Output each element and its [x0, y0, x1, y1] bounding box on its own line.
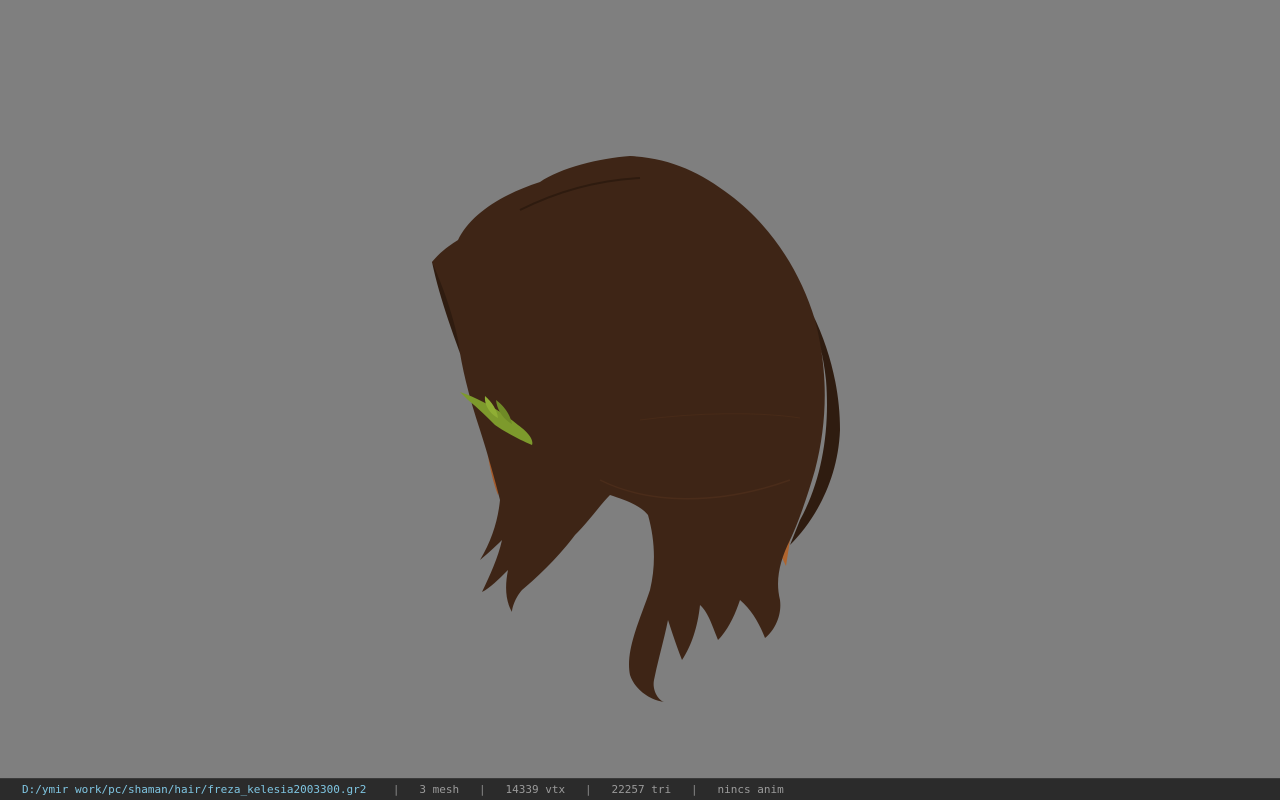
triangle-count: 22257 tri	[611, 783, 672, 796]
status-bar: D:/ymir work/pc/shaman/hair/freza_kelesi…	[0, 778, 1280, 800]
hair-main-mass	[432, 156, 825, 702]
3d-viewport[interactable]	[0, 0, 1280, 778]
separator: |	[690, 783, 698, 796]
vertex-count: 14339 vtx	[505, 783, 566, 796]
file-path: D:/ymir work/pc/shaman/hair/freza_kelesi…	[22, 783, 367, 796]
separator: |	[479, 783, 486, 796]
anim-status: nincs anim	[717, 783, 784, 796]
mesh-count: 3 mesh	[419, 783, 460, 796]
hair-model-render[interactable]	[0, 0, 1280, 778]
separator: |	[392, 783, 400, 796]
separator: |	[584, 783, 592, 796]
